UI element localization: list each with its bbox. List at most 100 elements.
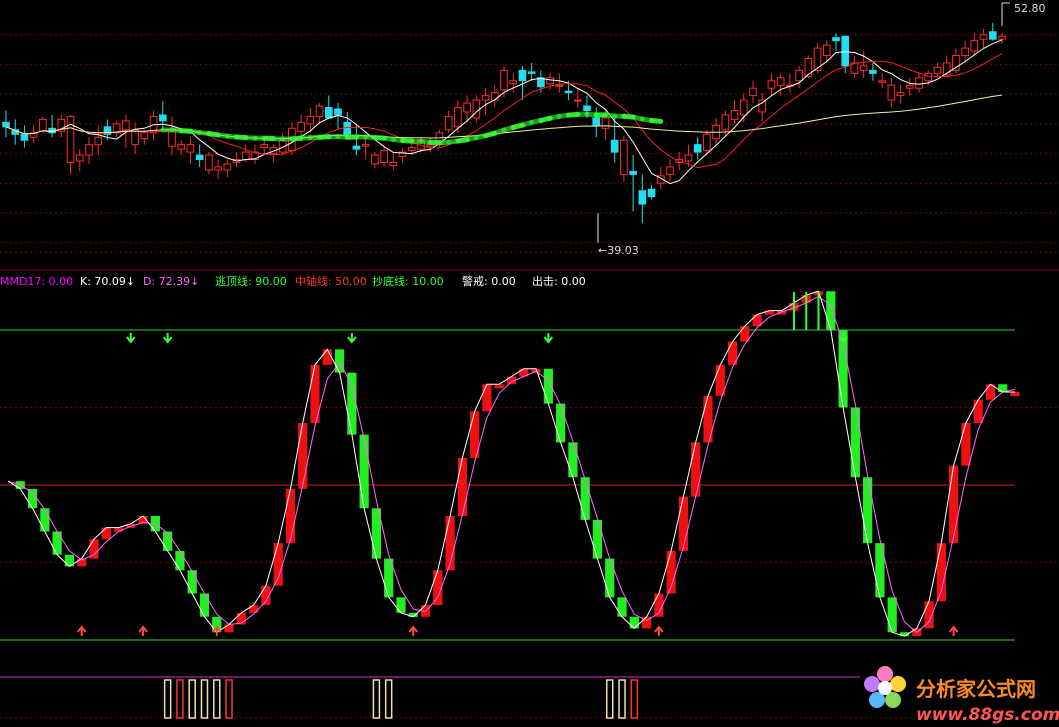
k-bar	[1010, 392, 1020, 396]
signal-bar	[384, 679, 393, 719]
k-bar	[482, 384, 492, 412]
sell-arrow-icon	[347, 333, 357, 344]
candle-body	[223, 163, 232, 171]
legend-item: MMD17: 0.00	[0, 275, 73, 288]
candle-body	[140, 132, 149, 140]
buy-arrow-icon	[138, 625, 148, 636]
candle-body	[407, 147, 416, 152]
k-bar	[457, 457, 467, 516]
k-bar	[936, 543, 946, 602]
candle-body	[260, 144, 269, 149]
candle-body	[334, 108, 342, 116]
k-bar	[691, 442, 701, 497]
candle-body	[315, 105, 324, 117]
candle-body	[795, 69, 803, 82]
candle-body	[527, 71, 536, 74]
k-bar	[826, 291, 836, 330]
candle-body	[2, 121, 10, 128]
candle-body	[380, 150, 388, 163]
candle-body	[592, 117, 601, 126]
signal-bar	[630, 679, 639, 719]
signal-bar	[200, 679, 209, 719]
k-bar	[101, 527, 111, 540]
candle-body	[177, 144, 186, 150]
k-bar	[617, 597, 627, 617]
candle-body	[509, 80, 518, 85]
candle-body	[573, 99, 582, 102]
candle-body	[703, 133, 711, 152]
buy-arrow-icon	[948, 625, 959, 636]
k-bar	[703, 395, 713, 443]
candle-body	[721, 114, 730, 131]
k-bar	[494, 384, 504, 389]
signal-bar	[176, 679, 184, 719]
k-bar	[961, 423, 971, 466]
legend-item: 逃顶线: 90.00	[215, 274, 287, 288]
k-bar	[347, 372, 357, 435]
candle-body	[961, 47, 969, 57]
candle-body	[684, 154, 693, 162]
signal-bar	[618, 679, 626, 719]
k-bar	[322, 349, 332, 365]
k-bar	[580, 477, 590, 520]
candle-body	[933, 66, 942, 74]
signal-bar	[605, 679, 614, 719]
sell-arrow-icon	[126, 333, 136, 344]
watermark-title: 分析家公式网	[916, 677, 1036, 701]
k-bar	[863, 477, 873, 544]
candle-body	[500, 69, 508, 91]
k-bar	[887, 597, 897, 633]
flower-logo-icon	[864, 666, 906, 708]
watermark: 分析家公式网 www.88gs.com	[864, 666, 1059, 725]
candle-body	[205, 154, 213, 171]
k-bar	[187, 570, 197, 594]
k-bar	[40, 508, 50, 532]
k-bar	[249, 605, 259, 613]
candle-body	[979, 34, 988, 40]
candle-body	[952, 55, 960, 71]
candle-body	[131, 129, 139, 146]
low-label: ←39.03	[598, 244, 639, 257]
k-bar	[298, 423, 308, 489]
price-moving-averages	[5, 39, 1003, 185]
k-bar	[396, 597, 406, 613]
indicator-k-bars	[15, 291, 1020, 637]
legend-item: 抄底线: 10.00	[372, 274, 444, 288]
watermark-url: www.88gs.com	[916, 705, 1059, 725]
candle-body	[804, 57, 813, 77]
indicator-legend: MMD17: 0.00 K: 70.09↓ D: 72.39↓ 逃顶线: 90.00 中…	[0, 274, 586, 288]
sell-arrow-icon	[162, 333, 173, 344]
indicator-lines	[7, 290, 1016, 637]
buy-arrow-icon	[408, 625, 419, 636]
k-bar	[285, 488, 296, 544]
k-bar	[556, 403, 566, 443]
stock-chart: 52.80 ←39.03 MMD17: 0.00 K: 70.09↓ D: 72.3…	[0, 2, 1059, 725]
signal-bar	[163, 679, 172, 719]
candle-body	[629, 170, 637, 175]
candle-body	[454, 107, 462, 128]
candle-body	[352, 145, 361, 150]
candle-body	[564, 90, 573, 94]
sell-arrow-icon	[543, 333, 554, 344]
candle-body	[739, 99, 748, 116]
candle-body	[970, 40, 979, 52]
k-bar	[605, 558, 615, 598]
candle-body	[832, 37, 840, 42]
k-bar	[199, 593, 210, 617]
legend-item: 中轴线: 50.00	[295, 274, 367, 288]
candle-body	[638, 190, 647, 205]
k-bar	[163, 531, 173, 551]
candle-body	[361, 144, 370, 147]
candle-body	[749, 87, 757, 97]
candle-body	[915, 77, 923, 89]
candle-body	[758, 99, 767, 113]
candle-body	[998, 35, 1006, 40]
candle-body	[988, 31, 997, 40]
candle-body	[463, 102, 471, 113]
k-bar	[224, 624, 234, 633]
signal-bar	[225, 679, 233, 719]
legend-item: D: 72.39↓	[143, 275, 199, 288]
candle-body	[878, 80, 886, 83]
candle-body	[887, 84, 896, 101]
k-bar	[678, 496, 689, 551]
